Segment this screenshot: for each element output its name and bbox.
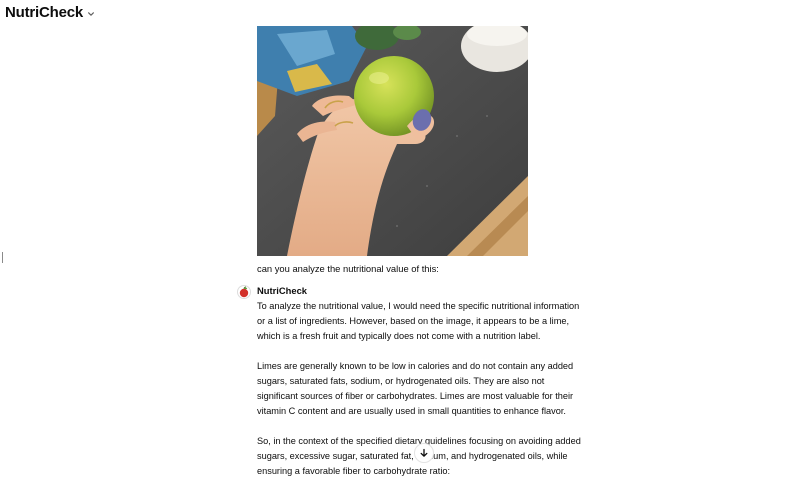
arrow-down-icon [420, 448, 428, 457]
assistant-message-body: To analyze the nutritional value, I woul… [257, 299, 585, 494]
assistant-paragraph: Limes are generally known to be low in c… [257, 361, 574, 416]
uploaded-photo[interactable] [257, 26, 528, 256]
model-selector[interactable]: NutriCheck [5, 4, 95, 21]
sidebar-edge-handle[interactable] [2, 252, 3, 263]
top-bar: NutriCheck [0, 0, 800, 26]
assistant-name: NutriCheck [257, 285, 308, 296]
lime-photo-image [257, 26, 528, 256]
scroll-to-bottom-button[interactable] [414, 443, 434, 463]
chevron-down-icon [88, 11, 94, 16]
apple-avatar-icon [237, 285, 251, 299]
app-name: NutriCheck [5, 4, 84, 21]
user-message: can you analyze the nutritional value of… [257, 263, 439, 274]
assistant-paragraph: To analyze the nutritional value, I woul… [257, 301, 580, 341]
